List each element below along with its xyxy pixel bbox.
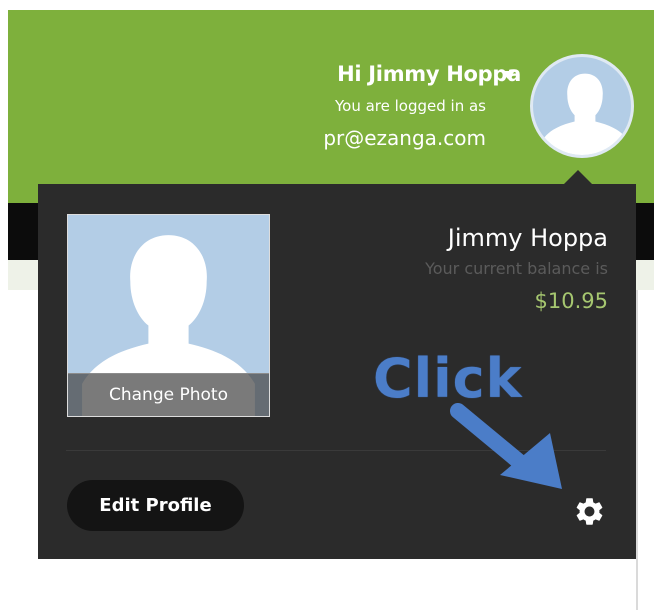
- dropdown-caret: [563, 170, 593, 185]
- edit-profile-button[interactable]: Edit Profile: [67, 480, 244, 531]
- balance-value: $10.95: [534, 289, 608, 313]
- avatar-icon[interactable]: [530, 54, 634, 158]
- caret-down-icon[interactable]: [501, 71, 515, 79]
- arrow-icon: [450, 403, 562, 489]
- profile-name: Jimmy Hoppa: [447, 224, 608, 252]
- profile-photo[interactable]: Change Photo: [67, 214, 270, 417]
- user-email: pr@ezanga.com: [323, 126, 486, 150]
- logged-in-label: You are logged in as: [334, 97, 486, 115]
- content-divider: [636, 290, 638, 610]
- balance-label: Your current balance is: [425, 259, 608, 278]
- user-greeting[interactable]: Hi Jimmy Hoppa: [337, 62, 521, 86]
- change-photo-button[interactable]: Change Photo: [68, 373, 269, 416]
